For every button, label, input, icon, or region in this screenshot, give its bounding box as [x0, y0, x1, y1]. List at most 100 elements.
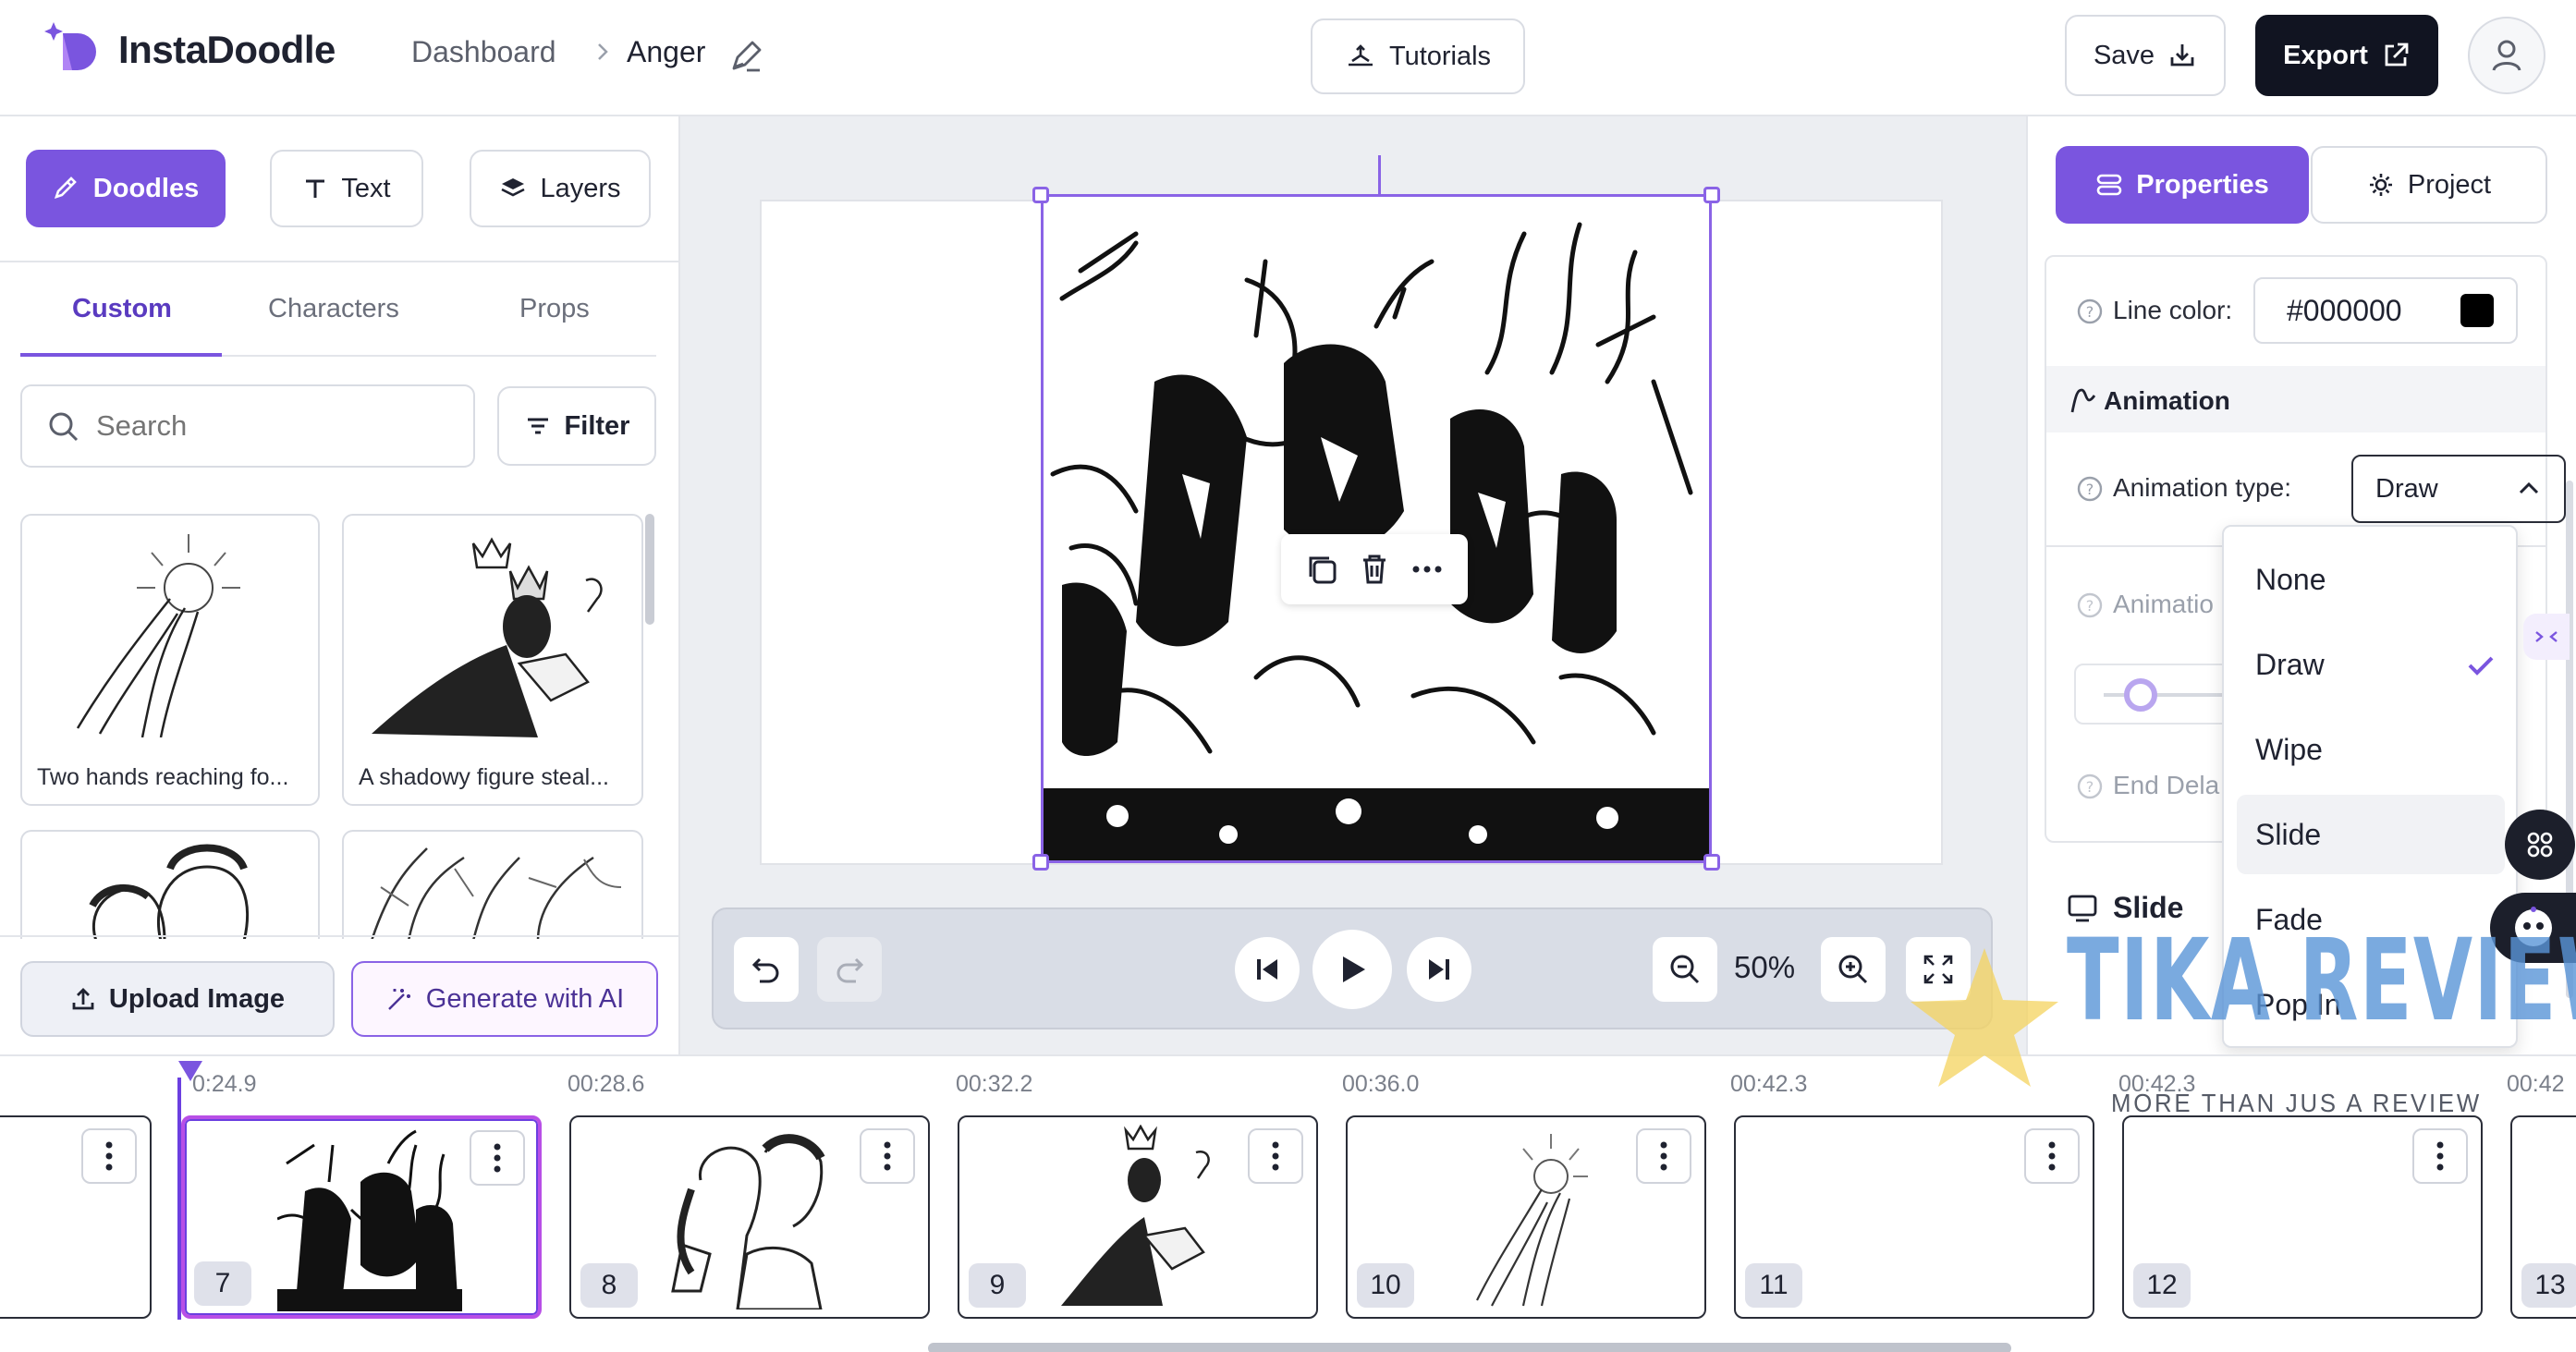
- grid-apps-icon: [2523, 828, 2557, 861]
- tab-text-label: Text: [341, 173, 391, 203]
- user-icon: [2486, 35, 2527, 76]
- subtab-custom[interactable]: Custom: [72, 294, 172, 324]
- watermark-tagline: MORE THAN JUS A REVIEW: [2111, 1089, 2482, 1117]
- animation-type-value: Draw: [2375, 473, 2438, 504]
- timeline-frame[interactable]: 10: [1346, 1115, 1706, 1319]
- tab-properties[interactable]: Properties: [2056, 146, 2309, 224]
- tab-layers[interactable]: Layers: [470, 150, 651, 227]
- subtab-characters[interactable]: Characters: [268, 294, 399, 324]
- tutorials-icon: [1345, 41, 1376, 72]
- timeline-frame[interactable]: 12: [2122, 1115, 2483, 1319]
- search-input[interactable]: [96, 409, 447, 443]
- play-button[interactable]: [1312, 930, 1392, 1009]
- timeline-frame[interactable]: [0, 1115, 152, 1319]
- frame-number: 9: [969, 1263, 1026, 1308]
- zoom-out-button[interactable]: [1653, 937, 1717, 1002]
- time-label: 00:28.6: [568, 1071, 645, 1097]
- undo-button[interactable]: [734, 937, 799, 1002]
- quick-actions-button[interactable]: [2505, 810, 2575, 880]
- frame-menu-button[interactable]: [860, 1128, 915, 1184]
- skip-forward-button[interactable]: [1407, 937, 1471, 1002]
- time-label: 00:32.2: [956, 1071, 1033, 1097]
- timeline-frame[interactable]: 11: [1734, 1115, 2094, 1319]
- timeline-frame-selected[interactable]: 7: [181, 1115, 542, 1319]
- search-box[interactable]: [20, 384, 475, 468]
- breadcrumb-dashboard[interactable]: Dashboard: [411, 35, 556, 69]
- watermark-title: TIKA REVIEW: [2067, 915, 2576, 1046]
- edit-pencil-icon[interactable]: [728, 39, 763, 74]
- skip-back-button[interactable]: [1235, 937, 1300, 1002]
- timeline-frame[interactable]: 9: [958, 1115, 1318, 1319]
- selected-doodle[interactable]: [1041, 194, 1712, 863]
- zoom-level: 50%: [1734, 950, 1796, 984]
- export-button[interactable]: Export: [2255, 15, 2438, 96]
- doodle-thumbnail[interactable]: [342, 830, 643, 939]
- upload-image-button[interactable]: Upload Image: [20, 961, 335, 1037]
- doodle-brush-icon: [53, 175, 80, 202]
- resize-handle-top-left[interactable]: [1032, 187, 1049, 203]
- frame-menu-button[interactable]: [1636, 1128, 1691, 1184]
- tab-text[interactable]: Text: [270, 150, 423, 227]
- text-type-icon: [302, 176, 328, 201]
- time-label: 00:36.0: [1342, 1071, 1420, 1097]
- help-circle-icon: ?: [2076, 475, 2104, 503]
- tutorials-button[interactable]: Tutorials: [1311, 18, 1525, 94]
- collapse-arrows-icon: [2533, 627, 2559, 646]
- filter-button[interactable]: Filter: [497, 386, 656, 466]
- user-avatar-button[interactable]: [2468, 17, 2545, 94]
- doodle-thumbnail[interactable]: [20, 830, 320, 939]
- chevron-up-icon: [2516, 476, 2542, 502]
- save-button[interactable]: Save: [2065, 15, 2226, 96]
- timeline-frame[interactable]: 8: [569, 1115, 930, 1319]
- divider: [0, 261, 680, 262]
- frame-menu-button[interactable]: [81, 1128, 137, 1184]
- option-wipe[interactable]: Wipe: [2237, 710, 2505, 789]
- option-wipe-label: Wipe: [2255, 732, 2323, 766]
- panel-scrollbar[interactable]: [645, 514, 654, 625]
- project-title: Anger: [627, 35, 706, 68]
- option-draw[interactable]: Draw: [2237, 625, 2505, 704]
- animation-type-select[interactable]: Draw: [2351, 455, 2566, 523]
- divider: [0, 935, 680, 937]
- line-color-swatch[interactable]: [2460, 294, 2494, 327]
- resize-handle-top-right[interactable]: [1703, 187, 1720, 203]
- timeline-scrollbar[interactable]: [928, 1343, 2011, 1352]
- frame-menu-button[interactable]: [2024, 1128, 2080, 1184]
- resize-handle-bottom-right[interactable]: [1703, 854, 1720, 871]
- line-color-value: #000000: [2287, 293, 2402, 327]
- more-options-icon[interactable]: [1409, 551, 1446, 588]
- redo-button[interactable]: [817, 937, 882, 1002]
- end-delay-label: End Dela: [2113, 771, 2220, 799]
- vertical-dots-icon: [1660, 1141, 1667, 1171]
- doodle-thumbnail[interactable]: Two hands reaching fo...: [20, 514, 320, 806]
- rotate-handle-line[interactable]: [1378, 155, 1381, 196]
- frame-number: 12: [2133, 1263, 2191, 1308]
- collapse-panel-handle[interactable]: [2523, 614, 2570, 660]
- couple-doodle-image: [89, 844, 250, 939]
- generate-with-ai-button[interactable]: Generate with AI: [351, 961, 658, 1037]
- svg-text:?: ?: [2086, 303, 2094, 321]
- frame-menu-button[interactable]: [1248, 1128, 1303, 1184]
- slider-thumb[interactable]: [2124, 678, 2157, 712]
- tab-doodles[interactable]: Doodles: [26, 150, 226, 227]
- doodle-thumbnail[interactable]: A shadowy figure steal...: [342, 514, 643, 806]
- checkmark-icon: [2466, 651, 2496, 680]
- frame-menu-button[interactable]: [2412, 1128, 2468, 1184]
- duplicate-icon[interactable]: [1303, 551, 1340, 588]
- timeline-frame[interactable]: 13: [2510, 1115, 2576, 1319]
- playhead-marker[interactable]: [178, 1061, 202, 1081]
- option-slide[interactable]: Slide: [2237, 795, 2505, 874]
- frame-menu-button[interactable]: [470, 1130, 525, 1186]
- magic-wand-icon: [385, 985, 413, 1013]
- redo-icon: [832, 952, 867, 987]
- trash-icon[interactable]: [1356, 551, 1393, 588]
- tab-project[interactable]: Project: [2311, 146, 2547, 224]
- zoom-in-button[interactable]: [1821, 937, 1886, 1002]
- undo-icon: [749, 952, 784, 987]
- settings-gear-icon: [2367, 171, 2395, 199]
- subtab-props[interactable]: Props: [519, 294, 590, 324]
- option-none[interactable]: None: [2237, 540, 2505, 619]
- resize-handle-bottom-left[interactable]: [1032, 854, 1049, 871]
- playhead-line[interactable]: [177, 1078, 181, 1320]
- line-color-label: Line color:: [2113, 296, 2233, 324]
